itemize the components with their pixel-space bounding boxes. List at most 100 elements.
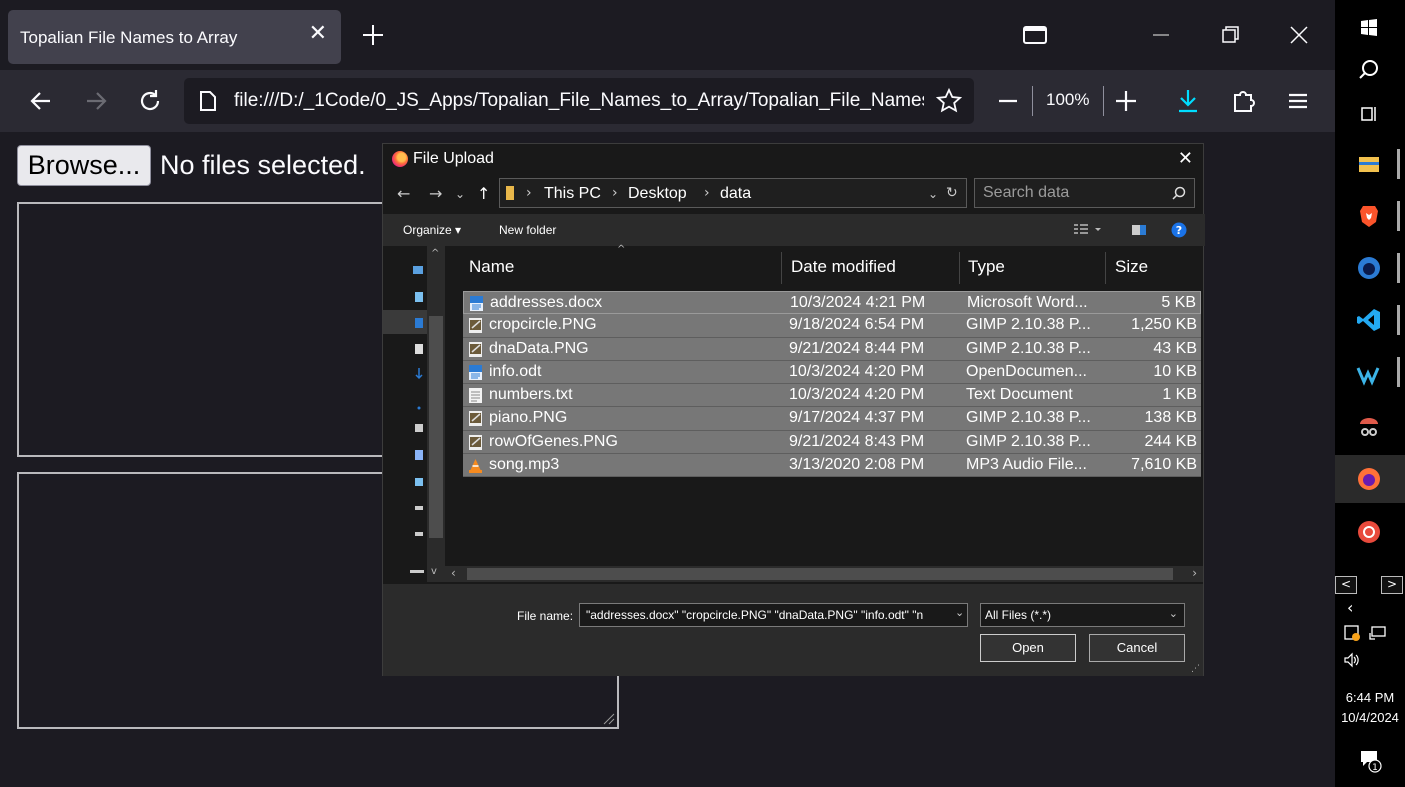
file-date-modified: 3/13/2020 2:08 PM xyxy=(789,456,925,474)
restore-icon[interactable] xyxy=(1215,20,1245,50)
file-name-field[interactable]: "addresses.docx" "cropcircle.PNG" "dnaDa… xyxy=(579,603,968,627)
minimize-icon[interactable] xyxy=(1146,20,1176,50)
menu-icon[interactable] xyxy=(1283,86,1313,116)
horizontal-scroll-thumb[interactable] xyxy=(467,568,1173,580)
file-row[interactable]: piano.PNG 9/17/2024 4:37 PM GIMP 2.10.38 P… xyxy=(463,407,1201,431)
resize-handle-icon[interactable] xyxy=(601,711,615,725)
up-folder-icon[interactable]: ↑ xyxy=(477,184,490,203)
record-app-icon[interactable] xyxy=(1355,518,1383,546)
back-icon[interactable] xyxy=(26,86,56,116)
zoom-in-icon[interactable] xyxy=(1111,86,1141,116)
search-icon[interactable] xyxy=(1355,56,1383,84)
column-divider[interactable] xyxy=(1105,252,1106,284)
file-name-value: "addresses.docx" "cropcircle.PNG" "dnaDa… xyxy=(586,608,924,622)
brave-browser-icon[interactable] xyxy=(1355,202,1383,230)
extensions-icon[interactable] xyxy=(1229,86,1259,116)
file-row[interactable]: song.mp3 3/13/2020 2:08 PM MP3 Audio File.… xyxy=(463,454,1201,478)
recent-locations-icon[interactable]: ⌄ xyxy=(455,187,465,201)
preview-pane-icon[interactable] xyxy=(1131,223,1147,237)
file-size: 10 KB xyxy=(1153,362,1197,380)
taskbar-scroll-left-icon[interactable]: < xyxy=(1335,576,1357,594)
column-size[interactable]: Size xyxy=(1115,257,1148,277)
url-bar[interactable]: file:///D:/_1Code/0_JS_Apps/Topalian_Fil… xyxy=(184,78,974,124)
new-folder-button[interactable]: New folder xyxy=(499,223,556,237)
firefox-icon[interactable] xyxy=(1355,465,1383,493)
dialog-close-icon[interactable]: ✕ xyxy=(1178,148,1193,169)
new-tab-icon[interactable] xyxy=(360,22,386,48)
file-name: addresses.docx xyxy=(490,294,603,311)
column-divider[interactable] xyxy=(959,252,960,284)
bookmark-star-icon[interactable] xyxy=(936,88,962,114)
zoom-out-icon[interactable] xyxy=(993,86,1023,116)
file-row[interactable]: info.odt 10/3/2024 4:20 PM OpenDocumen... 1… xyxy=(463,360,1201,385)
navigation-pane[interactable]: ^ v xyxy=(383,246,445,582)
file-name-dropdown-icon[interactable]: ⌄ xyxy=(955,606,964,619)
vscode-icon[interactable] xyxy=(1355,306,1383,334)
search-input[interactable] xyxy=(983,184,1163,202)
network-icon[interactable] xyxy=(1369,625,1387,641)
dialog-resize-grip-icon[interactable]: ⋰ xyxy=(1191,664,1200,674)
file-type: GIMP 2.10.38 P... xyxy=(966,432,1091,450)
file-size: 7,610 KB xyxy=(1131,456,1197,474)
column-date-modified[interactable]: Date modified xyxy=(791,257,896,277)
file-date-modified: 10/3/2024 4:20 PM xyxy=(789,386,925,404)
breadcrumb-dropdown-icon[interactable]: ⌄ xyxy=(928,187,938,201)
windows-start-icon[interactable] xyxy=(1355,14,1383,42)
windsurf-icon[interactable] xyxy=(1355,360,1383,388)
scroll-up-icon[interactable]: ^ xyxy=(431,248,439,259)
column-type[interactable]: Type xyxy=(968,257,1005,277)
browse-button[interactable]: Browse... xyxy=(17,145,151,186)
cancel-button[interactable]: Cancel xyxy=(1089,634,1185,662)
open-button[interactable]: Open xyxy=(980,634,1076,662)
organize-button[interactable]: Organize ▾ xyxy=(403,223,461,237)
breadcrumb-this-pc[interactable]: This PC xyxy=(544,185,601,203)
forward-icon[interactable] xyxy=(81,86,111,116)
zoom-level[interactable]: 100% xyxy=(1046,90,1089,110)
file-row[interactable]: addresses.docx 10/3/2024 4:21 PM Microsoft… xyxy=(463,291,1201,315)
scroll-right-icon[interactable]: › xyxy=(1192,566,1197,580)
breadcrumb-data[interactable]: data xyxy=(720,185,751,203)
file-explorer-icon[interactable] xyxy=(1355,150,1383,178)
task-view-icon[interactable] xyxy=(1355,100,1383,128)
clock-time[interactable]: 6:44 PM xyxy=(1335,690,1405,705)
scroll-down-icon[interactable]: v xyxy=(431,566,437,577)
clock-date[interactable]: 10/4/2024 xyxy=(1335,710,1405,725)
file-row[interactable]: cropcircle.PNG 9/18/2024 6:54 PM GIMP 2.10… xyxy=(463,314,1201,338)
breadcrumb[interactable]: › This PC › Desktop › data ⌄ ↻ xyxy=(499,178,967,208)
help-icon[interactable]: ? xyxy=(1171,222,1187,238)
firefox-dev-icon[interactable] xyxy=(1355,254,1383,282)
close-window-icon[interactable] xyxy=(1284,20,1314,50)
volume-icon[interactable] xyxy=(1343,652,1361,668)
taskbar-scroll-right-icon[interactable]: > xyxy=(1381,576,1403,594)
file-row[interactable]: numbers.txt 10/3/2024 4:20 PM Text Documen… xyxy=(463,384,1201,408)
tab-active[interactable]: Topalian File Names to Array ✕ xyxy=(8,10,341,64)
tab-close-icon[interactable]: ✕ xyxy=(309,23,327,45)
column-name[interactable]: Name xyxy=(469,257,514,277)
nav-pane-icons xyxy=(413,266,423,536)
breadcrumb-desktop[interactable]: Desktop xyxy=(628,185,687,203)
scroll-left-icon[interactable]: ‹ xyxy=(451,566,456,580)
notification-center-icon[interactable]: 1 xyxy=(1359,748,1383,774)
folder-icon xyxy=(506,186,514,200)
file-row[interactable]: dnaData.PNG 9/21/2024 8:44 PM GIMP 2.10.38… xyxy=(463,337,1201,361)
show-hidden-icons-icon[interactable]: ‹ xyxy=(1347,598,1353,617)
sort-asc-icon: ^ xyxy=(617,244,626,255)
download-icon[interactable] xyxy=(1173,86,1203,116)
column-divider[interactable] xyxy=(781,252,782,284)
dialog-forward-icon[interactable]: → xyxy=(429,184,442,203)
tab-overview-icon[interactable] xyxy=(1020,20,1050,50)
search-box[interactable] xyxy=(974,178,1195,208)
horizontal-scrollbar[interactable]: ‹ › xyxy=(445,566,1203,582)
snipping-tool-icon[interactable] xyxy=(1355,412,1383,440)
reload-icon[interactable] xyxy=(135,86,165,116)
file-size: 1 KB xyxy=(1162,386,1197,404)
dialog-title: File Upload xyxy=(413,150,494,167)
nav-pane-scrollbar[interactable]: ^ v xyxy=(427,246,445,582)
file-row[interactable]: rowOfGenes.PNG 9/21/2024 8:43 PM GIMP 2.10… xyxy=(463,430,1201,455)
view-options-icon[interactable] xyxy=(1073,223,1103,237)
update-status-icon[interactable] xyxy=(1343,624,1361,642)
dialog-back-icon[interactable]: ← xyxy=(397,184,410,203)
refresh-icon[interactable]: ↻ xyxy=(946,185,958,201)
nav-scroll-thumb[interactable] xyxy=(429,316,443,538)
file-type-select[interactable]: All Files (*.*) ⌄ xyxy=(980,603,1185,627)
